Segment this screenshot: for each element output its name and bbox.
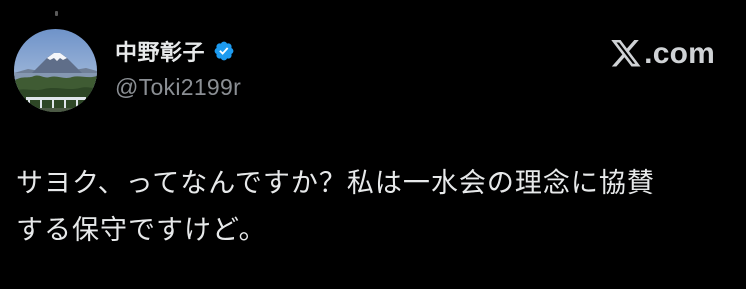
post-text-line: する保守ですけど。: [16, 215, 267, 246]
status-dot: [55, 11, 58, 16]
verified-badge-icon: [213, 40, 235, 62]
post-card: 中野彰子 @Toki2199r .com サヨク、ってなんですか？私は一水会の理…: [0, 0, 746, 289]
avatar[interactable]: [14, 29, 97, 112]
post-text-line: サヨク、ってなんですか？私は一水会の理念に協賛: [16, 168, 655, 199]
site-logo-suffix: .com: [644, 37, 715, 70]
author-handle[interactable]: @Toki2199r: [115, 74, 241, 101]
post-text: サヨク、ってなんですか？私は一水会の理念に協賛 する保守ですけど。: [16, 160, 732, 254]
x-com-logo: .com: [610, 33, 715, 75]
author-display-name[interactable]: 中野彰子: [115, 35, 205, 67]
author-name-row[interactable]: 中野彰子: [115, 36, 235, 66]
x-logo-icon: [610, 39, 642, 69]
mount-fuji-photo: [14, 29, 97, 112]
